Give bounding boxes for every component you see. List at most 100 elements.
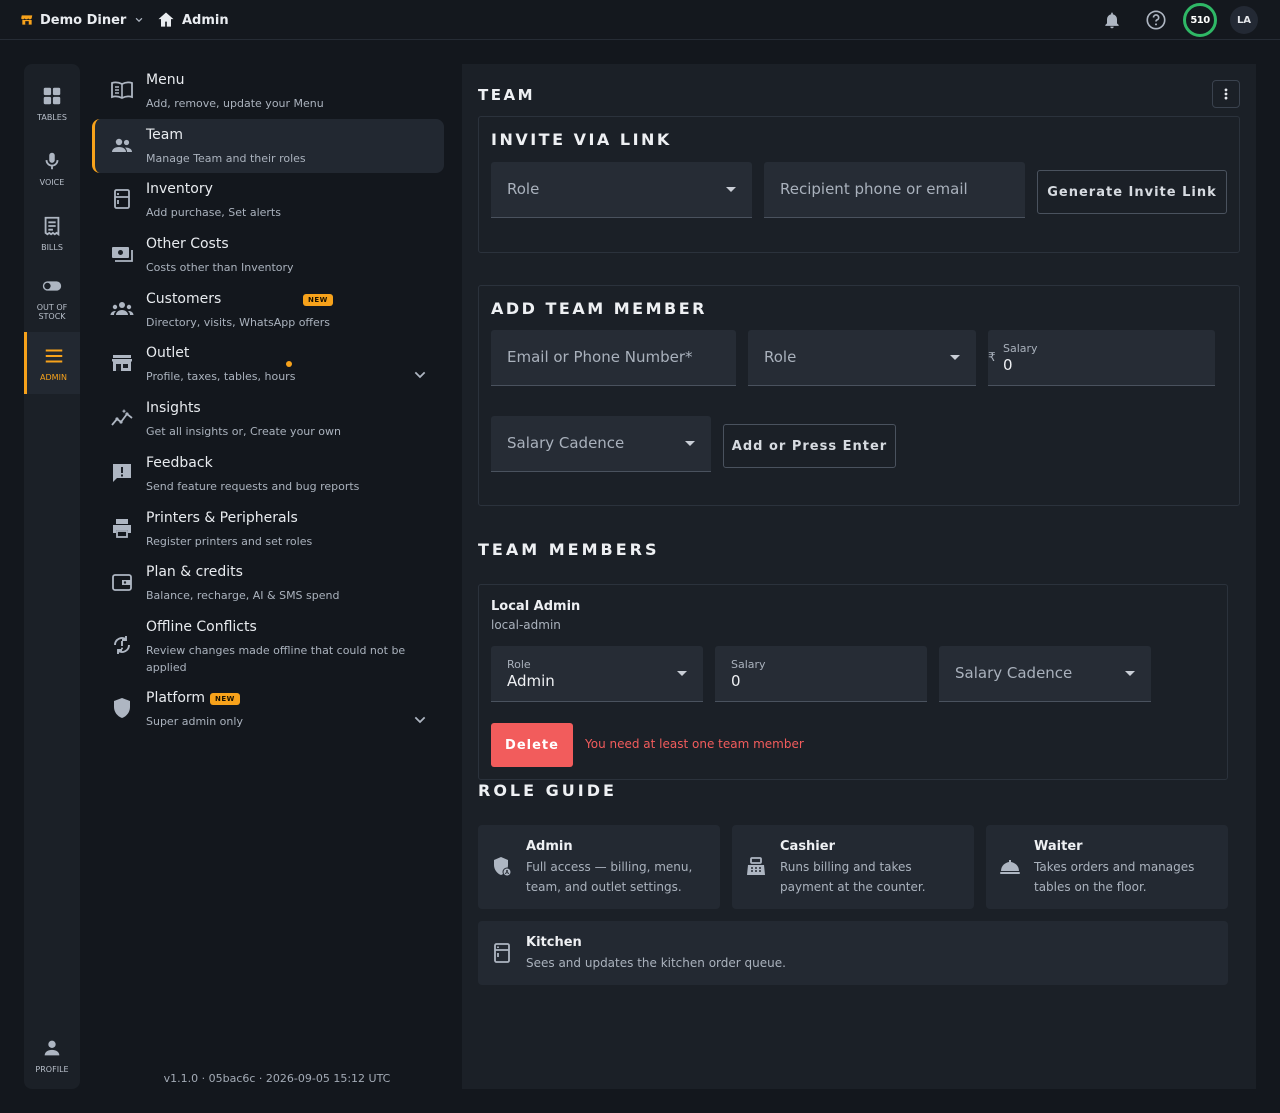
add-member-title: ADD TEAM MEMBER <box>491 299 707 318</box>
restaurant-name: Demo Diner <box>40 12 127 28</box>
storefront-icon <box>110 351 134 375</box>
register-icon <box>744 855 768 879</box>
status-dot <box>286 361 292 367</box>
credits-badge[interactable]: 510 <box>1183 3 1217 37</box>
member-cadence-select[interactable]: Salary Cadence <box>939 646 1151 702</box>
salary-value: 0 <box>731 672 741 690</box>
menu-item-team[interactable]: Team Manage Team and their roles <box>92 119 444 173</box>
input-placeholder: Recipient phone or email <box>780 180 968 198</box>
menu-item-title: Customers <box>146 291 222 307</box>
menu-item-printers[interactable]: Printers & Peripherals Register printers… <box>92 502 444 556</box>
recipient-input[interactable]: Recipient phone or email <box>764 162 1025 218</box>
groups-icon <box>110 297 134 321</box>
menu-item-title: Offline Conflicts <box>146 619 257 635</box>
member-role-select[interactable]: Role Admin <box>491 646 703 702</box>
menu-item-subtitle: Add, remove, update your Menu <box>146 97 324 110</box>
rail-label: PROFILE <box>35 1064 69 1074</box>
rail-item-out-of-stock[interactable]: OUT OF STOCK <box>24 267 80 329</box>
menu-item-title: Team <box>146 127 184 143</box>
people-icon <box>110 133 134 157</box>
invite-role-select[interactable]: Role <box>491 162 752 218</box>
chevron-down-icon[interactable] <box>412 367 428 383</box>
rail-item-voice[interactable]: VOICE <box>24 137 80 199</box>
admin-shield-icon <box>490 855 514 879</box>
hamburger-icon <box>43 345 65 367</box>
cloche-icon <box>998 855 1022 879</box>
feedback-icon <box>110 461 134 485</box>
add-member-button[interactable]: Add or Press Enter <box>723 424 896 468</box>
rail-label: VOICE <box>39 177 65 187</box>
chevron-down-icon[interactable] <box>412 712 428 728</box>
menu-item-platform[interactable]: Platform NEW Super admin only <box>92 682 444 736</box>
email-phone-input[interactable]: Email or Phone Number* <box>491 330 736 386</box>
menu-item-subtitle: Profile, taxes, tables, hours <box>146 370 296 383</box>
error-message: You need at least one team member <box>585 737 804 751</box>
rail-item-admin[interactable]: ADMIN <box>24 332 80 394</box>
menu-item-offline-conflicts[interactable]: Offline Conflicts Review changes made of… <box>92 611 444 683</box>
menu-item-menu[interactable]: Menu Add, remove, update your Menu <box>92 64 444 118</box>
menu-item-inventory[interactable]: Inventory Add purchase, Set alerts <box>92 173 444 227</box>
menu-item-insights[interactable]: Insights Get all insights or, Create you… <box>92 392 444 446</box>
role-card-kitchen: Kitchen Sees and updates the kitchen ord… <box>478 921 1228 985</box>
add-role-select[interactable]: Role <box>748 330 976 386</box>
role-card-admin: Admin Full access — billing, menu, team, … <box>478 825 720 909</box>
receipt-icon <box>41 215 63 237</box>
dropdown-caret-icon <box>1125 671 1135 676</box>
more-options-button[interactable] <box>1212 80 1240 108</box>
shield-icon <box>110 696 134 720</box>
menu-item-feedback[interactable]: Feedback Send feature requests and bug r… <box>92 447 444 501</box>
menu-item-subtitle: Get all insights or, Create your own <box>146 425 341 438</box>
generate-invite-link-button[interactable]: Generate Invite Link <box>1037 170 1227 214</box>
role-description: Sees and updates the kitchen order queue… <box>526 956 786 970</box>
team-panel: TEAM INVITE VIA LINK Role Recipient phon… <box>462 64 1256 1089</box>
dropdown-caret-icon <box>726 187 736 192</box>
new-badge: NEW <box>303 294 333 306</box>
member-handle: local-admin <box>491 618 561 632</box>
sync-icon <box>110 633 134 657</box>
nav-rail: TABLES VOICE BILLS OUT OF STOCK ADMIN PR… <box>24 64 80 1089</box>
toggle-icon <box>41 275 63 297</box>
menu-item-plan-credits[interactable]: Plan & credits Balance, recharge, AI & S… <box>92 556 444 610</box>
delete-member-button[interactable]: Delete <box>491 723 573 767</box>
menu-item-title: Other Costs <box>146 236 229 252</box>
menu-item-customers[interactable]: Customers NEW Directory, visits, WhatsAp… <box>92 283 444 337</box>
help-icon[interactable] <box>1144 8 1168 32</box>
restaurant-switcher[interactable]: Demo Diner <box>20 10 144 30</box>
menu-item-subtitle: Send feature requests and bug reports <box>146 480 360 493</box>
currency-symbol: ₹ <box>988 350 996 364</box>
avatar[interactable]: LA <box>1230 6 1258 34</box>
member-name: Local Admin <box>491 599 581 614</box>
invite-card: INVITE VIA LINK Role Recipient phone or … <box>478 116 1240 253</box>
role-description: Full access — billing, menu, team, and ou… <box>526 860 693 894</box>
salary-cadence-select[interactable]: Salary Cadence <box>491 416 711 472</box>
menu-item-other-costs[interactable]: Other Costs Costs other than Inventory <box>92 228 444 282</box>
salary-label: Salary <box>1003 342 1038 355</box>
printer-icon <box>110 516 134 540</box>
menu-item-outlet[interactable]: Outlet Profile, taxes, tables, hours <box>92 337 444 391</box>
menu-item-subtitle: Costs other than Inventory <box>146 261 294 274</box>
rail-item-bills[interactable]: BILLS <box>24 202 80 264</box>
select-placeholder: Salary Cadence <box>507 434 625 452</box>
cash-icon <box>110 242 134 266</box>
store-icon <box>20 13 34 27</box>
grid-icon <box>41 85 63 107</box>
salary-value: 0 <box>1003 356 1013 374</box>
dropdown-caret-icon <box>677 671 687 676</box>
rail-item-profile[interactable]: PROFILE <box>24 1024 80 1086</box>
wallet-icon <box>110 570 134 594</box>
mic-icon <box>41 150 63 172</box>
add-member-card: ADD TEAM MEMBER Email or Phone Number* R… <box>478 285 1240 506</box>
kitchen-icon <box>490 941 514 965</box>
chevron-down-icon <box>134 15 144 25</box>
rail-item-tables[interactable]: TABLES <box>24 72 80 134</box>
salary-input[interactable]: Salary ₹ 0 <box>988 330 1215 386</box>
member-salary-input[interactable]: Salary 0 <box>715 646 927 702</box>
role-title: Cashier <box>780 839 835 854</box>
breadcrumb-label: Admin <box>182 12 229 28</box>
menu-item-title: Menu <box>146 72 185 88</box>
bell-icon[interactable] <box>1100 8 1124 32</box>
rail-label: ADMIN <box>40 372 67 382</box>
select-placeholder: Role <box>507 180 540 198</box>
book-icon <box>110 78 134 102</box>
breadcrumb[interactable]: Admin <box>156 10 229 30</box>
